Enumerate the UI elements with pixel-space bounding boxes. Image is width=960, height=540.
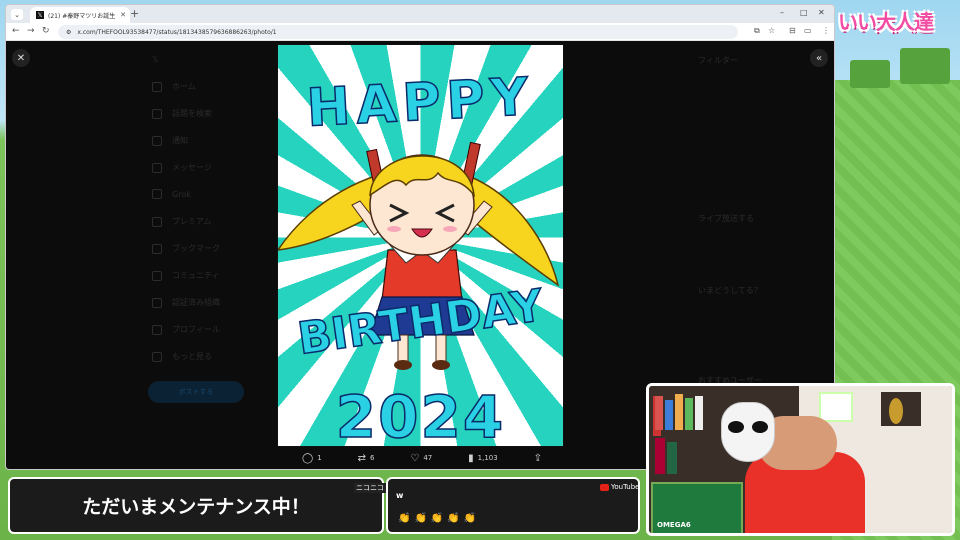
reply-button[interactable]: ◯ 1 [302,453,322,464]
youtube-label: YouTube [611,483,640,491]
maintenance-text: ただいまメンテナンス中！ [82,496,310,518]
dim-nav-item: コミュニティ [152,270,220,281]
repost-count: 6 [369,454,375,462]
maximize-button[interactable]: □ [800,8,808,17]
close-icon: ✕ [16,52,26,64]
dim-nav-item: ブックマーク [152,243,220,254]
wall-frame [819,392,853,422]
window-close-button[interactable]: ✕ [818,8,825,17]
post-actions: ◯ 1 ⇄ 6 ♡ 47 ▮ 1,103 ⇪ [302,451,542,465]
url-text: x.com/THEFOOL93538477/status/18134385796… [77,28,277,36]
maintenance-banner: ただいまメンテナンス中！ [8,477,384,534]
dim-post-button: ポストする [148,381,244,403]
install-icon[interactable]: ⧉ [754,26,760,36]
new-tab-button[interactable]: + [130,7,139,20]
title-bar: ⌄ 𝕏 (21) #秦野マツリお誕生日2024 ✕ + – □ ✕ [6,5,834,23]
extensions-icon[interactable]: ⊟ [789,26,796,35]
close-viewer-button[interactable]: ✕ [12,49,30,67]
book [655,438,665,474]
dim-right-heading: ライブ放送する [698,214,754,223]
views-button[interactable]: ▮ 1,103 [468,453,498,464]
dim-nav-item: 話題を検索 [152,108,212,119]
browser-toolbar: ← → ↻ ⚙ x.com/THEFOOL93538477/status/181… [6,23,834,41]
expand-icon: « [815,52,823,64]
minimize-button[interactable]: – [780,8,784,17]
dim-nav-item: Grok [152,189,191,199]
dim-nav-item: メッセージ [152,162,212,173]
webcam-feed: OMEGA6 [646,383,955,536]
browser-tab[interactable]: 𝕏 (21) #秦野マツリお誕生日2024 ✕ [30,7,130,23]
dim-x-logo: 𝕏 [152,55,159,64]
views-icon: ▮ [468,452,474,464]
menu-icon[interactable]: ⋮ [822,26,830,35]
dim-nav-item: プロフィール [152,324,220,335]
profile-icon[interactable]: ▭ [804,26,812,35]
tab-close-icon[interactable]: ✕ [120,11,130,19]
webcam-caption: OMEGA6 [657,521,691,529]
pixel-bush [850,60,890,88]
dim-nav-item: 通知 [152,135,188,146]
dim-right-heading: いまどうしてる？ [698,286,762,295]
site-info-icon[interactable]: ⚙ [66,29,71,36]
channel-logo: いい大人達 [838,10,934,34]
birthday-artwork: HAPPY BIRTHDAY 2024 [277,44,564,447]
like-count: 47 [423,454,433,462]
views-count: 1,103 [477,454,498,462]
dim-right-heading: フィルター [698,56,738,65]
book [667,442,677,474]
dim-nav-item: もっと見る [152,351,212,362]
x-logo-icon: 𝕏 [36,11,44,19]
book [695,396,703,430]
share-button[interactable]: ⇪ [534,453,542,464]
book [685,398,693,430]
tab-list-button[interactable]: ⌄ [11,9,23,20]
reply-count: 1 [317,454,322,462]
forward-icon[interactable]: → [27,26,35,36]
dim-nav-item: ホーム [152,81,196,92]
dim-nav-item: プレミアム [152,216,211,227]
address-bar[interactable]: ⚙ x.com/THEFOOL93538477/status/181343857… [58,25,738,39]
reply-icon: ◯ [302,452,314,464]
pixel-bush [900,48,950,84]
chat-message: w [396,491,404,500]
book [655,396,663,430]
repost-icon: ⇄ [357,452,366,464]
book [675,394,683,430]
share-icon: ⇪ [533,452,542,464]
figure [889,398,903,424]
repost-button[interactable]: ⇄ 6 [358,453,375,464]
book [665,400,673,430]
reload-icon[interactable]: ↻ [42,26,50,36]
tab-title: (21) #秦野マツリお誕生日2024 [48,12,116,20]
panda-mask [721,402,775,462]
artwork-word-year: 2024 [335,382,506,447]
dim-nav-item: 認証済み組織 [152,297,220,308]
back-icon[interactable]: ← [12,26,20,36]
niconico-badge: ニコニコ [354,483,386,493]
chat-message: 👏👏👏👏👏 [398,513,481,524]
like-icon: ♡ [410,452,420,464]
chat-overlay: ニコニコ YouTube w 👏👏👏👏👏 [354,477,640,534]
youtube-badge: YouTube [600,483,639,491]
youtube-logo-icon [600,483,609,491]
expand-panel-button[interactable]: « [810,49,828,67]
like-button[interactable]: ♡ 47 [410,453,432,464]
bookmark-star-icon[interactable]: ☆ [768,26,775,35]
